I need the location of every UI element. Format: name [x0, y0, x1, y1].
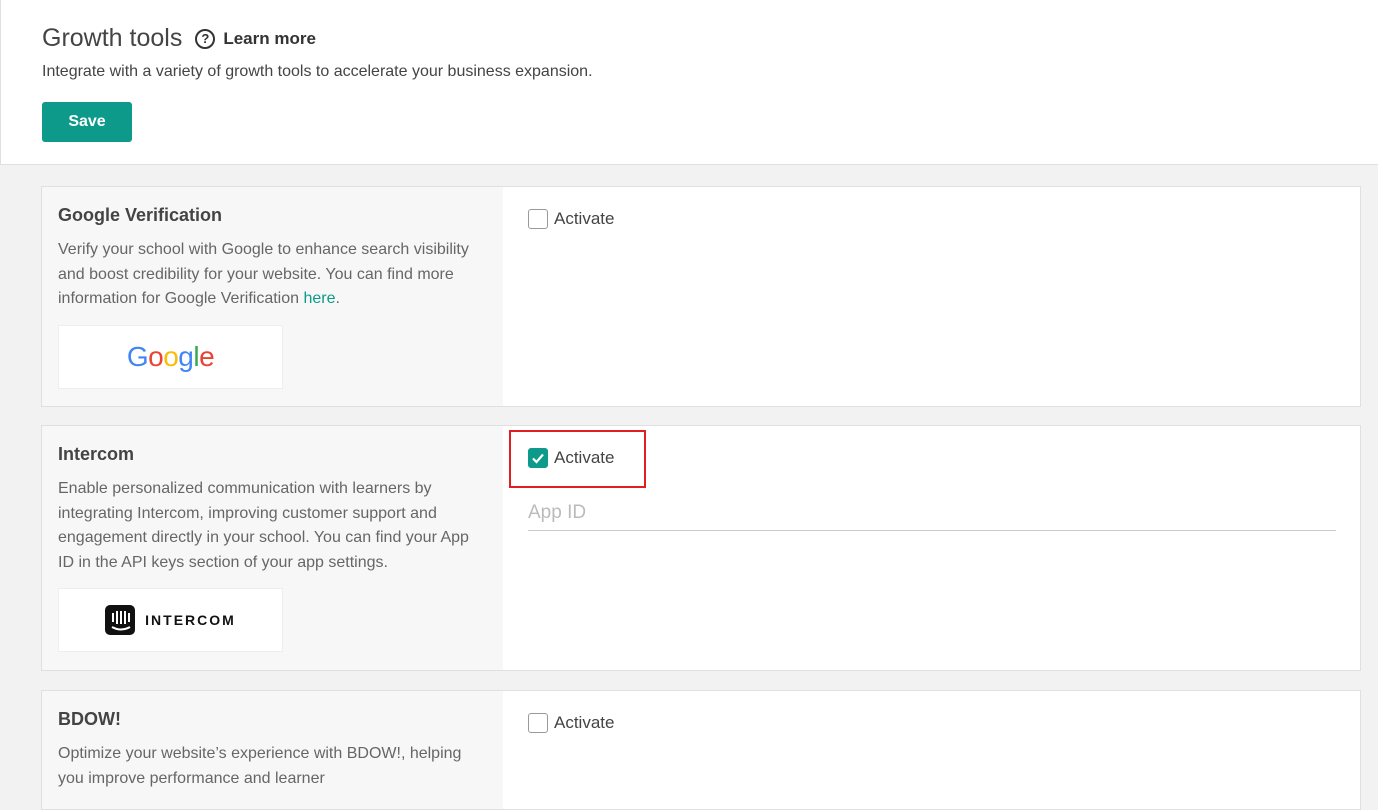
google-activate-checkbox[interactable]: Activate	[528, 209, 614, 229]
intercom-logo-box: INTERCOM	[58, 588, 283, 652]
title-row: Growth tools ? Learn more	[42, 24, 316, 53]
page-header: Growth tools ? Learn more Integrate with…	[0, 0, 1378, 165]
save-button[interactable]: Save	[42, 102, 132, 142]
card-title: Google Verification	[58, 205, 223, 225]
checkbox-checked-icon[interactable]	[528, 448, 548, 468]
intercom-wordmark: INTERCOM	[145, 612, 236, 628]
intercom-logo: INTERCOM	[105, 605, 236, 635]
card-description: Enable personalized communication with l…	[58, 480, 469, 571]
app-id-input[interactable]	[528, 496, 1336, 531]
card-info: BDOW! Optimize your website’s experience…	[42, 691, 503, 809]
card-info: Intercom Enable personalized communicati…	[42, 426, 503, 670]
description-end: .	[335, 290, 340, 307]
activate-label: Activate	[554, 448, 615, 467]
activate-label: Activate	[554, 209, 615, 228]
bdow-card: BDOW! Optimize your website’s experience…	[41, 690, 1361, 810]
intercom-card: Intercom Enable personalized communicati…	[41, 425, 1361, 671]
card-settings: Activate	[503, 691, 1360, 809]
checkbox-unchecked-icon[interactable]	[528, 713, 548, 733]
description-text: Verify your school with Google to enhanc…	[58, 241, 469, 307]
help-circle-icon[interactable]: ?	[195, 28, 216, 49]
bdow-activate-checkbox[interactable]: Activate	[528, 713, 614, 733]
here-link[interactable]: here	[303, 290, 335, 307]
card-settings: Activate	[503, 187, 1360, 406]
google-logo-box: Google	[58, 324, 283, 389]
card-title: Intercom	[58, 444, 135, 464]
page-title: Growth tools	[42, 24, 183, 52]
google-verification-card: Google Verification Verify your school w…	[41, 186, 1361, 407]
page-subtitle: Integrate with a variety of growth tools…	[42, 63, 593, 80]
card-settings: Activate	[503, 426, 1360, 670]
card-description: Optimize your website’s experience with …	[58, 745, 462, 787]
learn-more-link[interactable]: Learn more	[223, 29, 316, 49]
intercom-mark-icon	[105, 605, 136, 635]
intercom-activate-checkbox[interactable]: Activate	[528, 448, 614, 468]
card-info: Google Verification Verify your school w…	[42, 187, 503, 406]
card-title: BDOW!	[58, 709, 121, 729]
google-logo: Google	[126, 340, 215, 372]
checkbox-unchecked-icon[interactable]	[528, 209, 548, 229]
activate-label: Activate	[554, 713, 615, 732]
card-description: Verify your school with Google to enhanc…	[58, 238, 487, 312]
